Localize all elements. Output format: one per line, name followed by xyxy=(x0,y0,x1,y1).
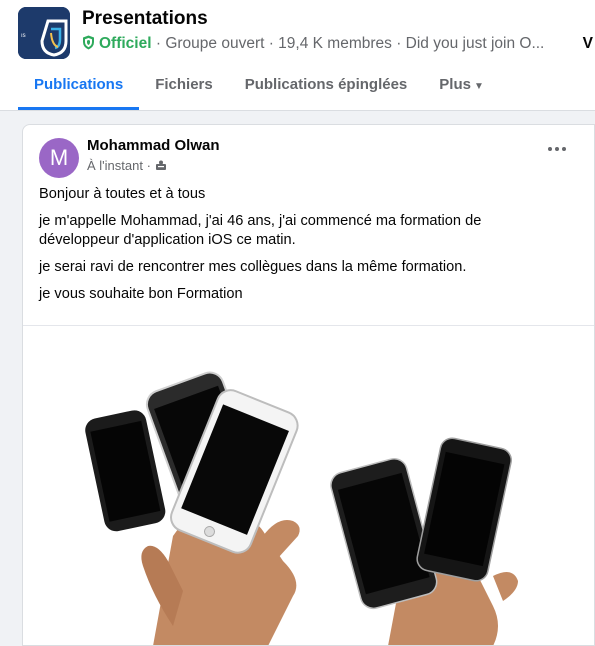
group-meta-text: · Groupe ouvert · 19,4 K membres · Did y… xyxy=(151,35,545,52)
tab-fichiers[interactable]: Fichiers xyxy=(139,66,229,110)
hands-holding-phones-image xyxy=(23,326,594,645)
post-paragraph: je vous souhaite bon Formation xyxy=(39,286,243,302)
svg-text:ıs: ıs xyxy=(21,33,26,39)
more-dot-icon xyxy=(555,147,559,151)
group-meta-overflow-text: V xyxy=(582,35,593,52)
tab-plus[interactable]: Plus ▼ xyxy=(423,66,500,110)
post-author[interactable]: Mohammad Olwan xyxy=(87,137,220,154)
group-title[interactable]: Presentations xyxy=(82,8,208,30)
official-shield-icon xyxy=(82,35,95,55)
tab-label: Fichiers xyxy=(155,76,213,93)
more-dot-icon xyxy=(548,147,552,151)
official-badge: Officiel xyxy=(99,35,152,52)
group-logo[interactable]: ıs xyxy=(18,7,70,59)
post-paragraph: je m'appelle Mohammad, j'ai 46 ans, j'ai… xyxy=(39,213,482,248)
group-logo-graphic: ıs xyxy=(18,7,70,59)
post-paragraph: Bonjour à toutes et à tous xyxy=(39,186,206,202)
tab-label: Publications épinglées xyxy=(244,76,408,93)
tab-publications-epinglees[interactable]: Publications épinglées xyxy=(229,66,424,110)
post-card: M Mohammad Olwan À l'instant · Bonjour à… xyxy=(22,124,595,646)
tab-label: Publications xyxy=(34,76,124,93)
group-tabs: Publications Fichiers Publications éping… xyxy=(18,66,500,110)
caret-down-icon: ▼ xyxy=(473,81,484,92)
tab-publications[interactable]: Publications xyxy=(18,66,140,110)
post-photo[interactable] xyxy=(23,325,594,645)
more-dot-icon xyxy=(562,147,566,151)
avatar[interactable]: M xyxy=(39,138,79,178)
post-timestamp: À l'instant · xyxy=(87,158,167,173)
post-body: Bonjour à toutes et à tous je m'appelle … xyxy=(39,185,559,312)
group-meta: Officiel · Groupe ouvert · 19,4 K membre… xyxy=(82,35,595,55)
post-time-text[interactable]: À l'instant · xyxy=(87,158,155,173)
tab-label: Plus xyxy=(439,76,471,93)
group-header: ıs Presentations Officiel · Groupe ouver… xyxy=(0,0,595,111)
post-paragraph: je serai ravi de rencontrer mes collègue… xyxy=(39,259,467,275)
group-audience-icon xyxy=(155,158,167,173)
more-options-button[interactable] xyxy=(546,143,568,155)
